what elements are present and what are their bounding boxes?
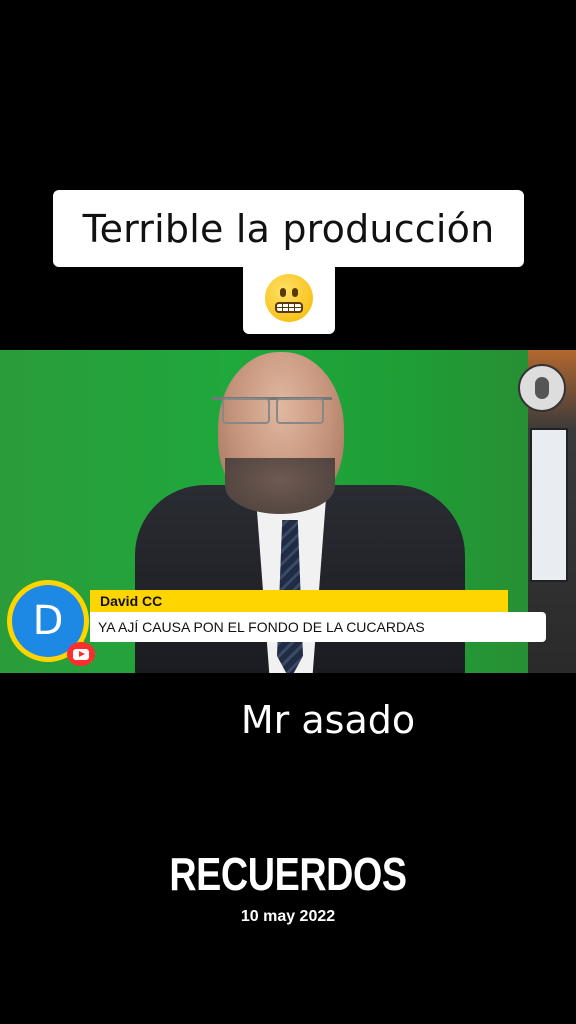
memories-date: 10 may 2022 — [240, 908, 336, 925]
comment-author: David CC — [90, 590, 508, 612]
memories-title: RECUERDOS — [169, 848, 407, 900]
comment-message: YA AJÍ CAUSA PON EL FONDO DE LA CUCARDAS — [90, 612, 546, 642]
person-glasses — [212, 397, 332, 424]
person-beard — [225, 458, 335, 514]
grimacing-face-icon — [265, 274, 313, 322]
microphone-logo-icon — [518, 364, 566, 412]
caption-emoji-tab — [243, 262, 335, 334]
background-screen — [530, 428, 568, 582]
caption-text: Terrible la producción — [82, 206, 495, 251]
youtube-icon — [67, 642, 95, 666]
video-frame[interactable]: D David CC YA AJÍ CAUSA PON EL FONDO DE … — [0, 350, 576, 673]
creator-name: Mr asado — [240, 698, 416, 742]
